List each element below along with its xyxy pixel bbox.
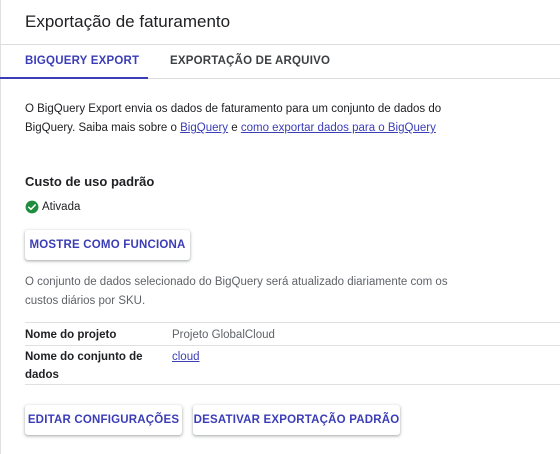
dataset-name-link[interactable]: cloud xyxy=(172,348,200,366)
tab-bar: BIGQUERY EXPORT EXPORTAÇÃO DE ARQUIVO xyxy=(0,45,560,79)
how-to-export-link[interactable]: como exportar dados para o BigQuery xyxy=(241,122,436,134)
intro-text: O BigQuery Export envia os dados de fatu… xyxy=(25,100,455,138)
standard-usage-title: Custo de uso padrão xyxy=(25,174,155,189)
dataset-description: O conjunto de dados selecionado do BigQu… xyxy=(25,276,448,307)
bigquery-link[interactable]: BigQuery xyxy=(180,122,228,134)
tab-bigquery-export[interactable]: BIGQUERY EXPORT xyxy=(0,45,148,79)
tab-bigquery-export-label: BIGQUERY EXPORT xyxy=(25,55,140,67)
project-name-label: Nome do projeto xyxy=(25,329,117,341)
details-table: Nome do projeto Projeto GlobalCloud Nome… xyxy=(25,322,560,385)
page-title: Exportação de faturamento xyxy=(25,12,231,31)
details-row-project: Nome do projeto Projeto GlobalCloud xyxy=(25,323,560,346)
disable-standard-export-button[interactable]: DESATIVAR EXPORTAÇÃO PADRÃO xyxy=(193,405,400,435)
edit-settings-button[interactable]: EDITAR CONFIGURAÇÕES xyxy=(25,405,182,435)
status-badge: Ativada xyxy=(25,199,80,215)
details-row-dataset: Nome do conjunto de dados cloud xyxy=(25,346,560,385)
show-how-button[interactable]: MOSTRE COMO FUNCIONA xyxy=(25,230,190,260)
page-header: Exportação de faturamento xyxy=(0,0,560,45)
dataset-name-label: Nome do conjunto de dados xyxy=(25,351,143,381)
tab-file-export-label: EXPORTAÇÃO DE ARQUIVO xyxy=(170,55,331,67)
check-circle-icon xyxy=(25,200,39,214)
project-name-value: Projeto GlobalCloud xyxy=(172,329,275,341)
status-label: Ativada xyxy=(42,201,81,213)
tab-file-export[interactable]: EXPORTAÇÃO DE ARQUIVO xyxy=(148,45,338,78)
intro-text-middle: e xyxy=(228,122,241,134)
